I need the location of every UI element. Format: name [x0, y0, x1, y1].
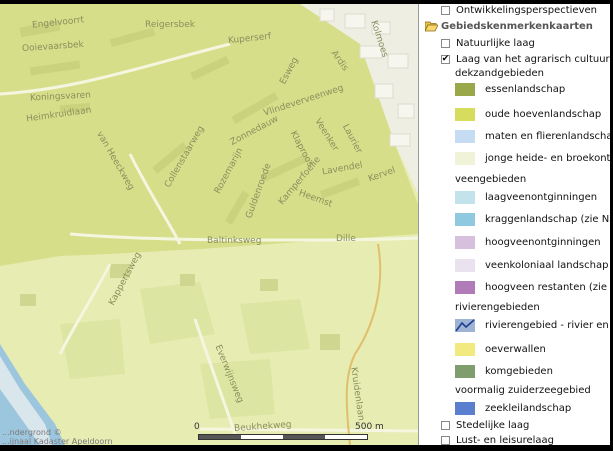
folder-open-icon [425, 21, 438, 31]
copyright-line: ...ndergrond © [2, 428, 62, 437]
legend-entry: zeekleilandschap [455, 400, 571, 416]
legend-entry: veenkoloniaal landschap [455, 257, 608, 273]
legend-entry: hoogveen restanten (zie [455, 279, 607, 295]
legend-heading: rivierengebieden [455, 301, 540, 313]
legend-swatch [455, 364, 475, 378]
layer-panel: Ontwikkelingsperspectieven Gebiedskenmer… [418, 4, 610, 445]
legend-swatch [455, 129, 475, 143]
legend-swatch [455, 82, 475, 96]
layer-label: Stedelijke laag [456, 419, 530, 431]
layer-item-natuurlijke-laag[interactable]: Natuurlijke laag [441, 35, 535, 51]
legend-entry: essenlandschap [455, 81, 565, 97]
legend-swatch [455, 342, 475, 356]
layer-checkbox[interactable] [441, 420, 450, 430]
legend-entry: hoogveenontginningen [455, 234, 601, 250]
legend-entry: laagveenontginningen [455, 189, 597, 205]
legend-swatch [455, 212, 475, 226]
river-line-icon [455, 318, 475, 332]
map-street-label: Dille [336, 234, 356, 244]
layer-item-stedelijke-laag[interactable]: Stedelijke laag [441, 417, 529, 433]
legend-entry: oude hoevenlandschap [455, 106, 601, 122]
legend-swatch [455, 401, 475, 415]
legend-entry: maten en flierenlandschap [455, 128, 610, 144]
legend-swatch [455, 151, 475, 165]
legend-swatch [455, 107, 475, 121]
map-street-label: Baltinksweg [207, 236, 262, 246]
layer-checkbox[interactable] [441, 435, 450, 445]
map-viewport[interactable]: Engelvoorrt Ooievaarsbek Reigersbek Kupe… [0, 4, 418, 445]
layer-group-label: Gebiedskenmerkenkaarten [441, 20, 593, 32]
map-street-label: Reigersbek [145, 20, 195, 30]
layer-label: Lust- en leisurelaag [456, 434, 555, 446]
layer-label: Laag van het agrarisch cultuurl [456, 53, 610, 65]
legend-entry: oeverwallen [455, 341, 546, 357]
scale-bar [198, 434, 368, 440]
legend-entry: komgebieden [455, 363, 553, 379]
legend-entry: rivierengebied - rivier en [455, 317, 609, 333]
legend-swatch [455, 190, 475, 204]
layer-item-ontwikkelingsperspectieven[interactable]: Ontwikkelingsperspectieven [441, 4, 597, 18]
scale-end-label: 500 m [355, 422, 384, 432]
legend-heading: dekzandgebieden [455, 67, 544, 79]
legend-swatch [455, 258, 475, 272]
layer-checkbox[interactable] [441, 38, 450, 48]
scale-start-label: 0 [194, 422, 200, 432]
legend-swatch [455, 280, 475, 294]
layer-group-gebiedskenmerkenkaarten[interactable]: Gebiedskenmerkenkaarten [425, 18, 593, 34]
legend-entry: jonge heide- en broekont [455, 150, 610, 166]
legend-heading: voormalig zuiderzeegebied [455, 384, 591, 396]
legend-entry: kraggenlandschap (zie Na [455, 211, 610, 227]
layer-checkbox[interactable] [441, 5, 450, 15]
layer-checkbox-checked[interactable]: ✔ [441, 54, 450, 64]
layer-item-lust-en-leisurelaag[interactable]: Lust- en leisurelaag [441, 432, 554, 445]
copyright-line: ...ijnaal Kadaster Apeldoorn [2, 437, 113, 445]
legend-heading: veengebieden [455, 173, 527, 185]
layer-label: Ontwikkelingsperspectieven [456, 4, 597, 16]
legend-swatch [455, 235, 475, 249]
layer-label: Natuurlijke laag [456, 37, 535, 49]
